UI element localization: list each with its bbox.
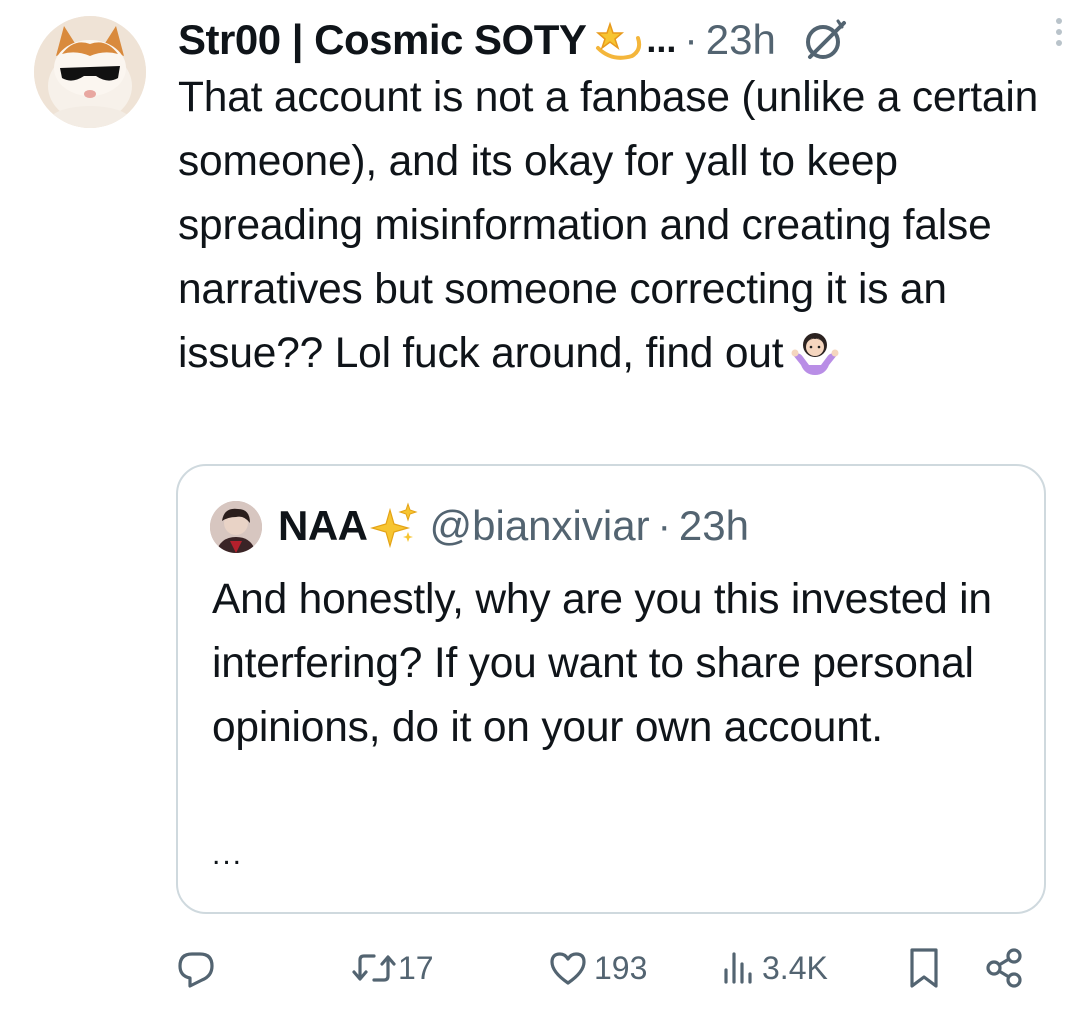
quoted-tweet[interactable]: NAA @bianxiviar · 23h And honestly, why … bbox=[176, 464, 1046, 914]
views-button[interactable]: 3.4K bbox=[720, 940, 828, 996]
reply-icon bbox=[176, 948, 216, 988]
tweet-body: That account is not a fanbase (unlike a … bbox=[178, 66, 1038, 386]
quote-text: And honestly, why are you this invested … bbox=[212, 576, 992, 751]
name-truncation: ... bbox=[646, 19, 677, 60]
quote-separator: · bbox=[657, 503, 671, 548]
like-count: 193 bbox=[594, 949, 648, 986]
grok-icon[interactable] bbox=[802, 17, 848, 63]
heart-icon bbox=[548, 948, 588, 988]
dizzy-star-icon bbox=[592, 14, 644, 66]
quote-display-name: NAA bbox=[278, 502, 368, 549]
woman-shrugging-icon bbox=[789, 325, 841, 377]
tweet-text: That account is not a fanbase (unlike a … bbox=[178, 74, 1039, 377]
quote-time: 23h bbox=[678, 502, 749, 549]
bookmark-button[interactable] bbox=[904, 940, 944, 996]
repost-button[interactable]: 17 bbox=[352, 940, 434, 996]
tweet-time[interactable]: 23h bbox=[706, 16, 776, 64]
share-icon bbox=[984, 946, 1024, 990]
quote-author-avatar bbox=[210, 501, 262, 553]
repost-count: 17 bbox=[398, 949, 434, 986]
author-avatar[interactable] bbox=[34, 16, 146, 128]
quote-more-indicator: ... bbox=[212, 838, 244, 871]
repost-icon bbox=[352, 948, 396, 988]
share-button[interactable] bbox=[984, 940, 1024, 996]
quote-header: NAA @bianxiviar · 23h bbox=[278, 496, 749, 556]
header-separator: · bbox=[684, 17, 698, 62]
author-display-name[interactable]: Str00 | Cosmic SOTY bbox=[178, 16, 587, 64]
more-options-icon[interactable] bbox=[1047, 12, 1071, 52]
sparkles-icon bbox=[369, 502, 418, 550]
views-count: 3.4K bbox=[762, 949, 828, 986]
tweet-header: Str00 | Cosmic SOTY ... · 23h bbox=[178, 10, 1038, 70]
bookmark-icon bbox=[904, 946, 944, 990]
reply-button[interactable] bbox=[176, 940, 222, 996]
like-button[interactable]: 193 bbox=[548, 940, 647, 996]
quote-handle: @bianxiviar bbox=[429, 502, 650, 549]
action-bar: 17 193 3.4K bbox=[0, 940, 1079, 996]
views-icon bbox=[720, 948, 756, 988]
